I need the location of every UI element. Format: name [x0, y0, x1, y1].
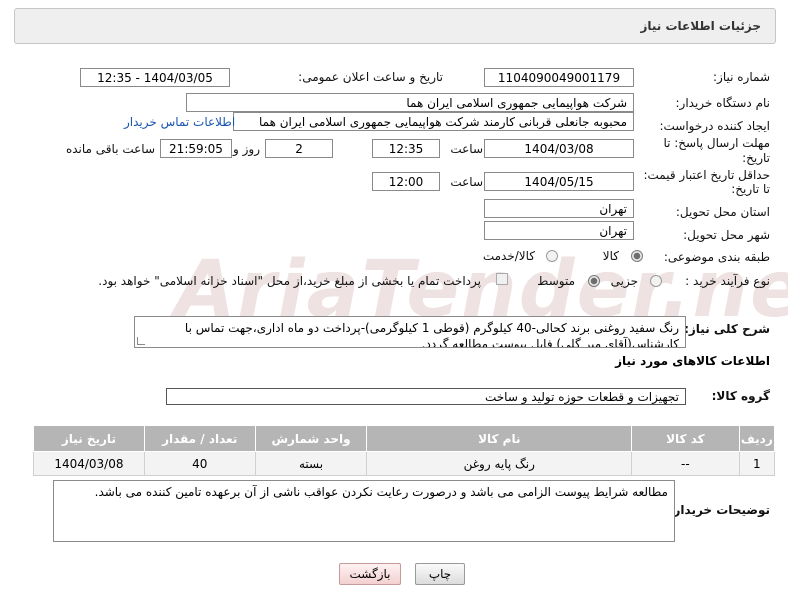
reply-deadline-time-field: 12:35: [372, 139, 440, 158]
items-table-header: ردیف کد کالا نام کالا واحد شمارش تعداد /…: [33, 425, 776, 452]
price-validity-label-line1: حداقل تاریخ اعتبار قیمت:: [643, 168, 770, 182]
process-minor-label: جزیی: [610, 274, 638, 288]
description-label: شرح کلی نیاز:: [684, 322, 770, 336]
reply-days-label: روز و: [233, 142, 260, 156]
purchase-process-label: نوع فرآیند خرید :: [685, 274, 770, 288]
announce-datetime-field: 1404/03/05 - 12:35: [80, 68, 230, 87]
reply-deadline-date-field: 1404/03/08: [484, 139, 634, 158]
items-table: ردیف کد کالا نام کالا واحد شمارش تعداد /…: [33, 425, 776, 476]
reply-deadline-time-label: ساعت: [450, 142, 483, 156]
need-number-field: 1104090049001179: [484, 68, 634, 87]
buyer-org-label: نام دستگاه خریدار:: [675, 96, 771, 110]
category-label: طبقه بندی موضوعی:: [663, 250, 770, 264]
buyer-notes-text: مطالعه شرایط پیوست الزامی می باشد و درصو…: [94, 485, 668, 499]
remaining-time-field: 21:59:05: [160, 139, 232, 158]
description-textarea: رنگ سفید روغنی برند کحالی-40 کیلوگرم (قو…: [134, 316, 686, 348]
goods-group-label: گروه کالا:: [711, 389, 770, 403]
requester-label: ایجاد کننده درخواست:: [659, 119, 770, 133]
back-button[interactable]: بازگشت: [339, 563, 401, 585]
need-number-label: شماره نیاز:: [713, 70, 770, 84]
print-button[interactable]: چاپ: [415, 563, 465, 585]
process-medium-radio[interactable]: [588, 275, 600, 287]
page-title: جزئیات اطلاعات نیاز: [640, 19, 761, 33]
reply-days-field: 2: [265, 139, 333, 158]
announce-datetime-label: تاریخ و ساعت اعلان عمومی:: [298, 70, 443, 84]
description-text: رنگ سفید روغنی برند کحالی-40 کیلوگرم (قو…: [184, 321, 679, 348]
category-goods-label: کالا: [602, 249, 619, 263]
buyer-org-field: شرکت هواپیمایی جمهوری اسلامی ایران هما: [186, 93, 634, 112]
buyer-notes-label: توضیحات خریدار:: [668, 503, 770, 517]
goods-group-field: تجهیزات و قطعات حوزه تولید و ساخت: [166, 388, 686, 405]
row-name: رنگ پایه روغن: [366, 451, 633, 476]
remaining-time-label: ساعت باقی مانده: [65, 142, 155, 156]
row-qty: 40: [143, 451, 256, 476]
row-date: 1404/03/08: [33, 451, 145, 476]
col-date-header: تاریخ نیاز: [33, 425, 145, 452]
process-minor-radio[interactable]: [650, 275, 662, 287]
category-goods-service-label: کالا/خدمت: [482, 249, 535, 263]
col-qty-header: تعداد / مقدار: [143, 425, 256, 452]
delivery-province-label: استان محل تحویل:: [675, 205, 770, 219]
reply-deadline-label-line2: تاریخ:: [742, 151, 770, 165]
process-medium-label: متوسط: [537, 274, 575, 288]
row-unit: بسته: [254, 451, 368, 476]
price-validity-time-field: 12:00: [372, 172, 440, 191]
delivery-province-field: تهران: [484, 199, 634, 218]
delivery-city-field: تهران: [484, 221, 634, 240]
delivery-city-label: شهر محل تحویل:: [683, 228, 770, 242]
panel-header: جزئیات اطلاعات نیاز: [14, 8, 776, 44]
row-index: 1: [738, 451, 776, 476]
col-name-header: نام کالا: [366, 425, 633, 452]
requester-field: محبوبه جانعلی قربانی کارمند شرکت هواپیما…: [233, 112, 634, 131]
category-goods-service-radio[interactable]: [546, 250, 558, 262]
table-row: 1 -- رنگ پایه روغن بسته 40 1404/03/08: [33, 451, 776, 476]
price-validity-date-field: 1404/05/15: [484, 172, 634, 191]
items-section-title: اطلاعات کالاهای مورد نیاز: [615, 354, 770, 368]
buyer-contact-link[interactable]: اطلاعات تماس خریدار: [124, 115, 235, 129]
col-code-header: کد کالا: [631, 425, 740, 452]
price-validity-time-label: ساعت: [450, 175, 483, 189]
treasury-payment-note: پرداخت تمام یا بخشی از مبلغ خرید،از محل …: [98, 274, 481, 288]
resize-grip-icon[interactable]: [137, 337, 145, 345]
category-goods-radio[interactable]: [631, 250, 643, 262]
row-code: --: [631, 451, 740, 476]
price-validity-label-line2: تا تاریخ:: [731, 182, 770, 196]
reply-deadline-label-line1: مهلت ارسال پاسخ: تا: [663, 136, 770, 150]
col-unit-header: واحد شمارش: [254, 425, 368, 452]
col-row-header: ردیف: [738, 425, 776, 452]
buyer-notes-textarea: مطالعه شرایط پیوست الزامی می باشد و درصو…: [53, 480, 675, 542]
treasury-payment-checkbox[interactable]: [496, 273, 508, 285]
